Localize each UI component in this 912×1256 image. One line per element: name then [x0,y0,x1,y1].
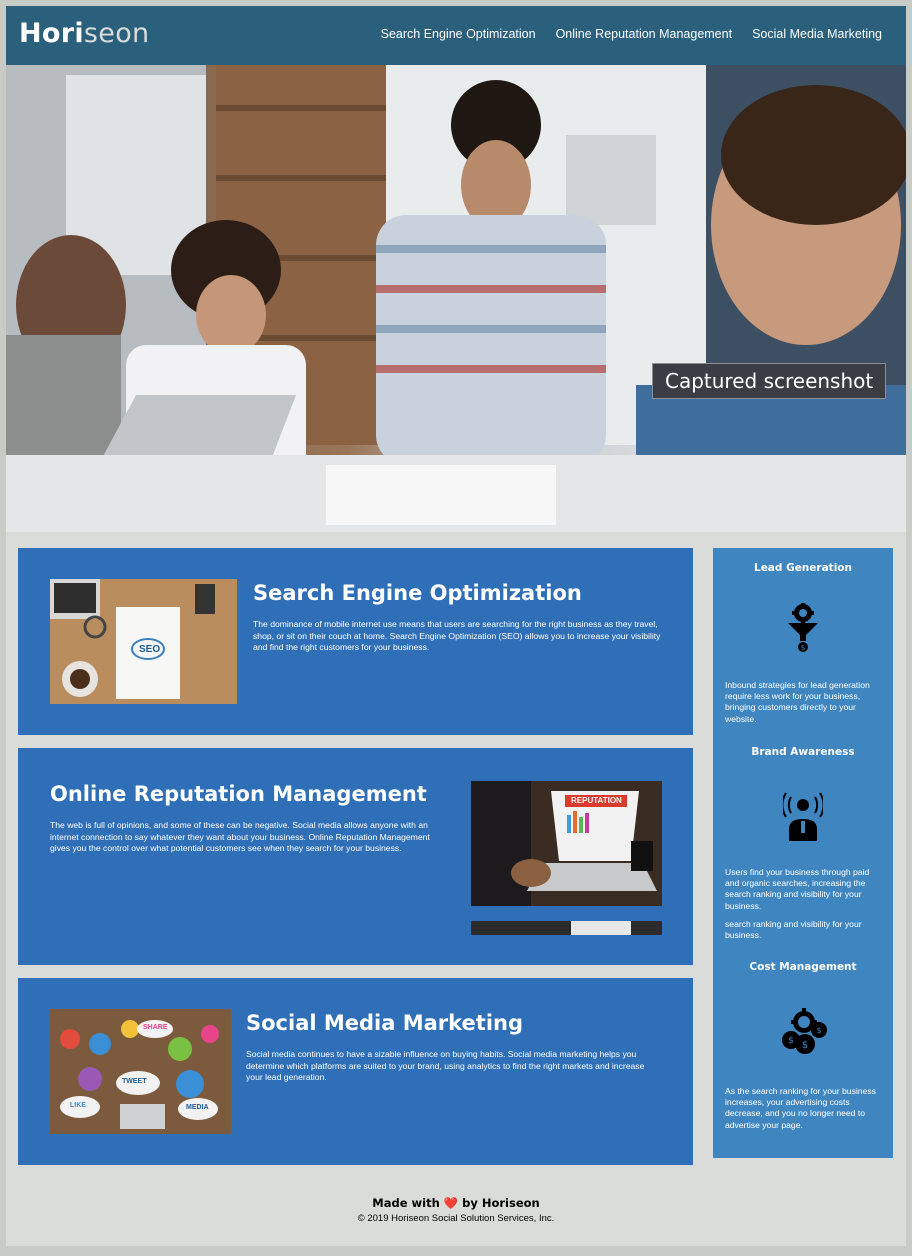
nav-link-seo[interactable]: Search Engine Optimization [381,27,536,41]
main-nav: Search Engine Optimization Online Reputa… [381,27,882,41]
footer-made-prefix: Made with [372,1196,440,1210]
reputation-image: REPUTATION [471,781,662,935]
site-header: Horiseon Search Engine Optimization Onli… [6,6,906,65]
footer-made-with: Made with ❤️ by Horiseon [6,1196,906,1210]
reputation-image-label: REPUTATION [571,796,622,805]
seo-image: SEO [50,579,237,704]
hero-photo-illustration [6,65,906,532]
cost-management-icon: $ $ $ [779,1008,829,1061]
logo-accent: seon [83,18,150,49]
nav-link-reputation[interactable]: Online Reputation Management [556,27,733,41]
seo-body: The dominance of mobile internet use mea… [253,619,661,652]
logo-primary: Hori [19,18,84,49]
lead-generation-title: Lead Generation [754,562,852,574]
svg-text:$: $ [802,1040,808,1051]
heart-icon: ❤️ [443,1196,459,1210]
social-media-body: Social media continues to have a sizable… [246,1049,645,1082]
lead-generation-body: Inbound strategies for lead generation r… [725,680,870,724]
brand-awareness-icon [781,791,825,848]
footer-made-suffix: by Horiseon [462,1196,540,1210]
nav-link-social-media[interactable]: Social Media Marketing [752,27,882,41]
seo-title: Search Engine Optimization [253,581,582,605]
social-label-media: MEDIA [186,1104,209,1111]
cost-management-body: As the search ranking for your business … [725,1086,876,1130]
cost-management-title: Cost Management [749,961,857,973]
social-media-image: SHARE TWEET LIKE MEDIA [50,1009,231,1134]
svg-text:$: $ [801,644,805,652]
footer-copyright: © 2019 Horiseon Social Solution Services… [357,1213,555,1224]
social-label-like: LIKE [70,1102,86,1109]
svg-text:$: $ [788,1036,794,1046]
social-media-title: Social Media Marketing [246,1011,524,1035]
page-frame: Horiseon Search Engine Optimization Onli… [6,6,906,1246]
benefits-sidebar: Lead Generation $ Inbound strategies for… [713,548,893,1158]
brand-awareness-body-extra: search ranking and visibility for your b… [725,919,862,941]
brand-awareness-body: Users find your business through paid an… [725,867,870,911]
social-label-share: SHARE [143,1024,168,1031]
reputation-body: The web is full of opinions, and some of… [50,820,430,853]
svg-text:$: $ [816,1026,821,1035]
reputation-title: Online Reputation Management [50,782,427,806]
site-footer: Made with ❤️ by Horiseon © 2019 Horiseon… [6,1196,906,1224]
hero-image: Captured screenshot [6,65,906,532]
seo-image-label: SEO [139,644,161,655]
screenshot-caption: Captured screenshot [652,363,887,399]
reputation-section: Online Reputation Management The web is … [18,748,693,965]
social-media-section: SHARE TWEET LIKE MEDIA Social Media Mark… [18,978,693,1165]
social-label-tweet: TWEET [122,1078,147,1085]
site-logo[interactable]: Horiseon [19,18,149,49]
lead-generation-icon: $ [786,602,820,658]
brand-awareness-title: Brand Awareness [751,746,855,758]
seo-section: SEO Search Engine Optimization The domin… [18,548,693,735]
